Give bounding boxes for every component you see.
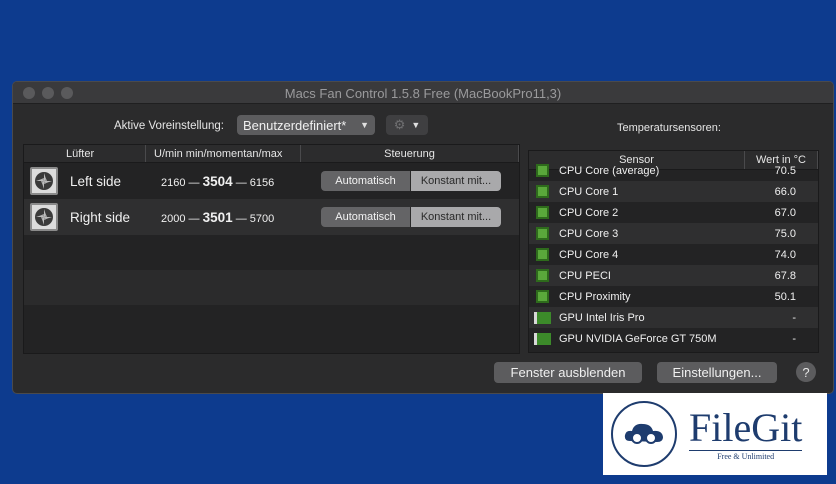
sensor-value: 66.0 [774, 185, 796, 198]
sensor-row[interactable]: CPU Core 4 74.0 [529, 244, 818, 265]
fan-name: Left side [70, 173, 122, 189]
fan-icon [30, 167, 58, 195]
fan-min-rpm: 2000 [161, 212, 186, 225]
fan-speed: 2160 — 3504 — 6156 [161, 173, 275, 189]
cpu-chip-icon [536, 290, 549, 303]
sensor-name: GPU NVIDIA GeForce GT 750M [559, 332, 717, 345]
sensor-name: CPU Proximity [559, 290, 631, 303]
sensor-list[interactable]: CPU Core (average) 70.5 CPU Core 1 66.0 CP… [529, 160, 818, 349]
preset-label: Aktive Voreinstellung: [114, 120, 224, 132]
watermark-name: FileGit [689, 404, 803, 450]
sensor-row[interactable]: CPU Core 2 67.0 [529, 202, 818, 223]
empty-row [24, 270, 519, 305]
sensor-name: CPU Core (average) [559, 164, 660, 177]
preset-select[interactable]: Benutzerdefiniert* ▼ [237, 115, 375, 135]
sensor-table: Sensor Wert in °C CPU Core (average) 70.5… [528, 150, 819, 353]
fan-speed: 2000 — 3501 — 5700 [161, 209, 275, 225]
gpu-card-icon [534, 311, 551, 324]
auto-control-button[interactable]: Automatisch [321, 171, 411, 191]
fan-table-header: Lüfter U/min min/momentan/max Steuerung [24, 145, 519, 163]
sensor-value: 74.0 [774, 248, 796, 261]
preset-gear-button[interactable]: ⚙ ▼ [386, 115, 428, 135]
empty-row [24, 305, 519, 340]
gear-icon: ⚙ [393, 117, 406, 132]
column-header-speed[interactable]: U/min min/momentan/max [146, 145, 301, 162]
sensor-value: 67.0 [774, 206, 796, 219]
sensor-value: 70.5 [774, 164, 796, 177]
column-header-control[interactable]: Steuerung [301, 145, 519, 162]
fan-current-rpm: 3501 [202, 209, 233, 225]
filegit-logo-icon [611, 401, 677, 467]
fan-control-toggle: Automatisch Konstant mit... [321, 171, 501, 191]
cpu-chip-icon [536, 206, 549, 219]
fan-row: Right side 2000 — 3501 — 5700 Automatisc… [24, 199, 519, 235]
column-header-fan[interactable]: Lüfter [24, 145, 146, 162]
sensor-row[interactable]: CPU Proximity 50.1 [529, 286, 818, 307]
fan-icon [30, 203, 58, 231]
sensor-row[interactable]: CPU Core (average) 70.5 [529, 160, 818, 181]
sensor-row[interactable]: GPU NVIDIA GeForce GT 750M - [529, 328, 818, 349]
temperature-section-label: Temperatursensoren: [617, 122, 721, 134]
sensor-name: CPU Core 3 [559, 227, 619, 240]
cpu-chip-icon [536, 185, 549, 198]
fan-current-rpm: 3504 [202, 173, 233, 189]
fan-max-rpm: 6156 [249, 176, 275, 189]
hide-window-button[interactable]: Fenster ausblenden [494, 362, 642, 383]
fan-table: Lüfter U/min min/momentan/max Steuerung … [23, 144, 520, 354]
watermark-text: FileGit Free & Unlimited [689, 404, 803, 461]
cpu-chip-icon [536, 248, 549, 261]
sensor-row[interactable]: CPU PECI 67.8 [529, 265, 818, 286]
chevron-down-icon: ▼ [360, 120, 369, 130]
fan-min-rpm: 2160 [161, 176, 186, 189]
watermark: FileGit Free & Unlimited [603, 393, 827, 475]
sensor-row[interactable]: GPU Intel Iris Pro - [529, 307, 818, 328]
preset-selected-value: Benutzerdefiniert* [243, 117, 347, 133]
constant-control-button[interactable]: Konstant mit... [411, 171, 501, 191]
sensor-value: - [792, 332, 796, 345]
empty-row [24, 235, 519, 270]
gpu-card-icon [534, 332, 551, 345]
sensor-row[interactable]: CPU Core 1 66.0 [529, 181, 818, 202]
auto-control-button[interactable]: Automatisch [321, 207, 411, 227]
sensor-name: CPU Core 2 [559, 206, 619, 219]
sensor-value: - [792, 311, 796, 324]
cpu-chip-icon [536, 227, 549, 240]
sensor-name: GPU Intel Iris Pro [559, 311, 645, 324]
constant-control-button[interactable]: Konstant mit... [411, 207, 501, 227]
cpu-chip-icon [536, 269, 549, 282]
help-button[interactable]: ? [796, 362, 816, 382]
fan-max-rpm: 5700 [249, 212, 275, 225]
fan-row: Left side 2160 — 3504 — 6156 Automatisch… [24, 163, 519, 199]
fan-name: Right side [70, 209, 131, 225]
sensor-name: CPU Core 4 [559, 248, 619, 261]
sensor-name: CPU Core 1 [559, 185, 619, 198]
fan-control-toggle: Automatisch Konstant mit... [321, 207, 501, 227]
sensor-value: 50.1 [774, 290, 796, 303]
window-title: Macs Fan Control 1.5.8 Free (MacBookPro1… [284, 86, 562, 101]
cpu-chip-icon [536, 164, 549, 177]
settings-button[interactable]: Einstellungen... [657, 362, 777, 383]
title-bar: Macs Fan Control 1.5.8 Free (MacBookPro1… [13, 82, 833, 104]
app-window: Macs Fan Control 1.5.8 Free (MacBookPro1… [12, 81, 834, 394]
sensor-value: 67.8 [774, 269, 796, 282]
chevron-down-icon: ▼ [411, 120, 421, 130]
watermark-tagline: Free & Unlimited [689, 449, 803, 461]
sensor-row[interactable]: CPU Core 3 75.0 [529, 223, 818, 244]
sensor-value: 75.0 [774, 227, 796, 240]
sensor-name: CPU PECI [559, 269, 611, 282]
